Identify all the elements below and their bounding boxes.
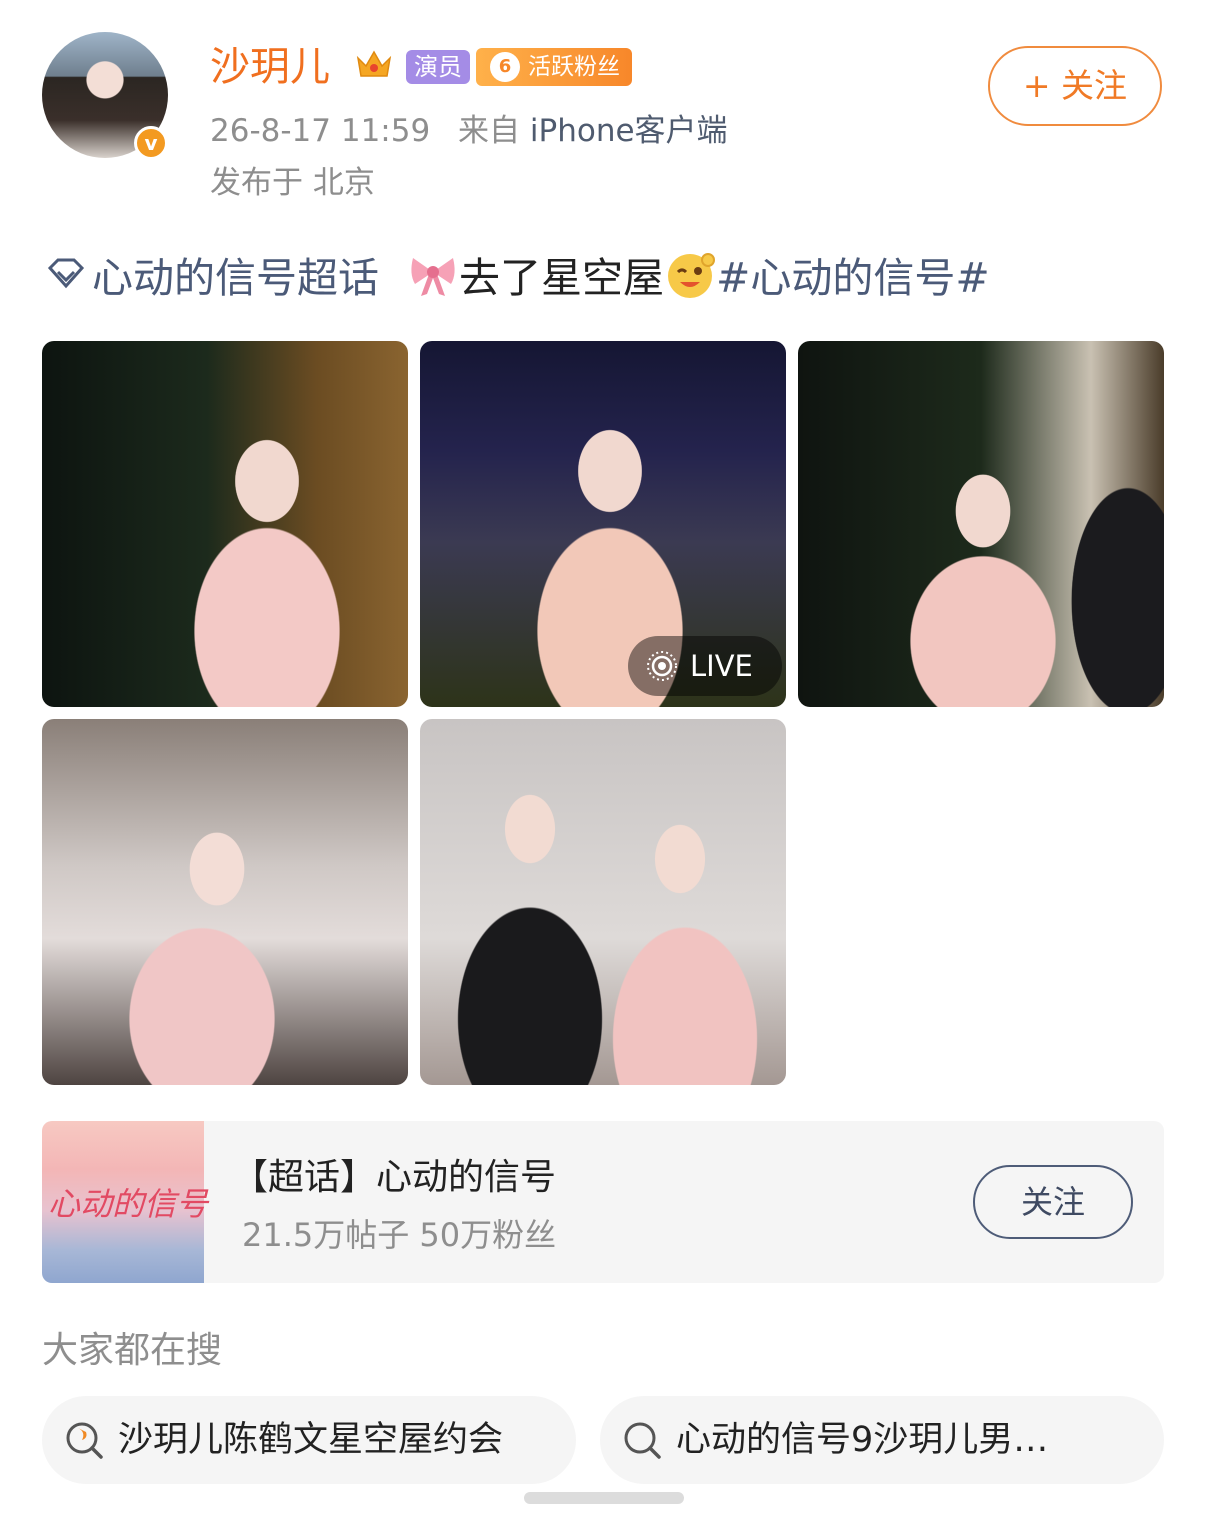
search-chip-label: 心动的信号9沙玥儿男… <box>676 1420 1049 1460</box>
crown-icon <box>356 50 392 77</box>
verified-badge-icon: v <box>134 126 168 160</box>
fan-level-icon: 6 <box>490 52 520 82</box>
timestamp: 26-8-17 11:59 <box>210 113 431 149</box>
super-topic-title: 【超话】心动的信号 <box>232 1157 557 1198</box>
search-chip-label: 沙玥儿陈鹤文星空屋约会 <box>118 1420 504 1460</box>
thumbnail-title: 心动的信号 <box>48 1185 209 1223</box>
post-location: 发布于 北京 <box>210 165 375 201</box>
search-icon <box>624 1422 661 1459</box>
avatar[interactable]: v <box>42 32 168 160</box>
home-indicator <box>524 1492 684 1504</box>
super-topic-stats: 21.5万帖子 50万粉丝 <box>242 1216 557 1254</box>
wink-face-icon <box>668 253 715 298</box>
search-chip-2[interactable]: 心动的信号9沙玥儿男… <box>600 1396 1164 1484</box>
search-section-heading: 大家都在搜 <box>42 1330 223 1371</box>
post-photo-5[interactable] <box>420 719 786 1085</box>
super-topic-thumbnail: 心动的信号 <box>42 1121 208 1283</box>
post-photo-3[interactable] <box>798 341 1164 707</box>
post-photo-1[interactable] <box>42 341 408 707</box>
search-chip-1[interactable]: 沙玥儿陈鹤文星空屋约会 <box>42 1396 576 1484</box>
active-fan-badge[interactable]: 6 活跃粉丝 <box>476 48 632 86</box>
diamond-icon <box>47 258 85 289</box>
super-topic-link[interactable]: 心动的信号超话 <box>92 244 379 304</box>
follow-button[interactable]: + 关注 <box>988 46 1162 126</box>
post-photo-4[interactable] <box>42 719 408 1085</box>
post-text: 心动的信号超话 去了星空屋 #心动的信号# <box>44 244 990 304</box>
post-body: 去了星空屋 <box>459 254 664 302</box>
username[interactable]: 沙玥儿 <box>210 40 330 94</box>
post-meta-time-source: 26-8-17 11:59 来自 iPhone客户端 <box>210 110 728 152</box>
hot-search-icon <box>66 1422 103 1459</box>
super-topic-card[interactable]: 心动的信号 【超话】心动的信号 21.5万帖子 50万粉丝 关注 <box>42 1121 1164 1283</box>
actor-tag: 演员 <box>406 50 470 84</box>
live-photo-badge[interactable]: LIVE <box>628 636 782 696</box>
live-label: LIVE <box>690 649 753 683</box>
hashtag-link[interactable]: #心动的信号# <box>716 244 990 304</box>
fan-tag-label: 活跃粉丝 <box>528 54 620 80</box>
ribbon-bow-icon <box>411 258 455 296</box>
source-prefix: 来自 <box>458 113 521 149</box>
source-client: iPhone客户端 <box>529 113 728 149</box>
super-topic-follow-button[interactable]: 关注 <box>973 1165 1133 1239</box>
live-photo-icon <box>647 651 677 681</box>
